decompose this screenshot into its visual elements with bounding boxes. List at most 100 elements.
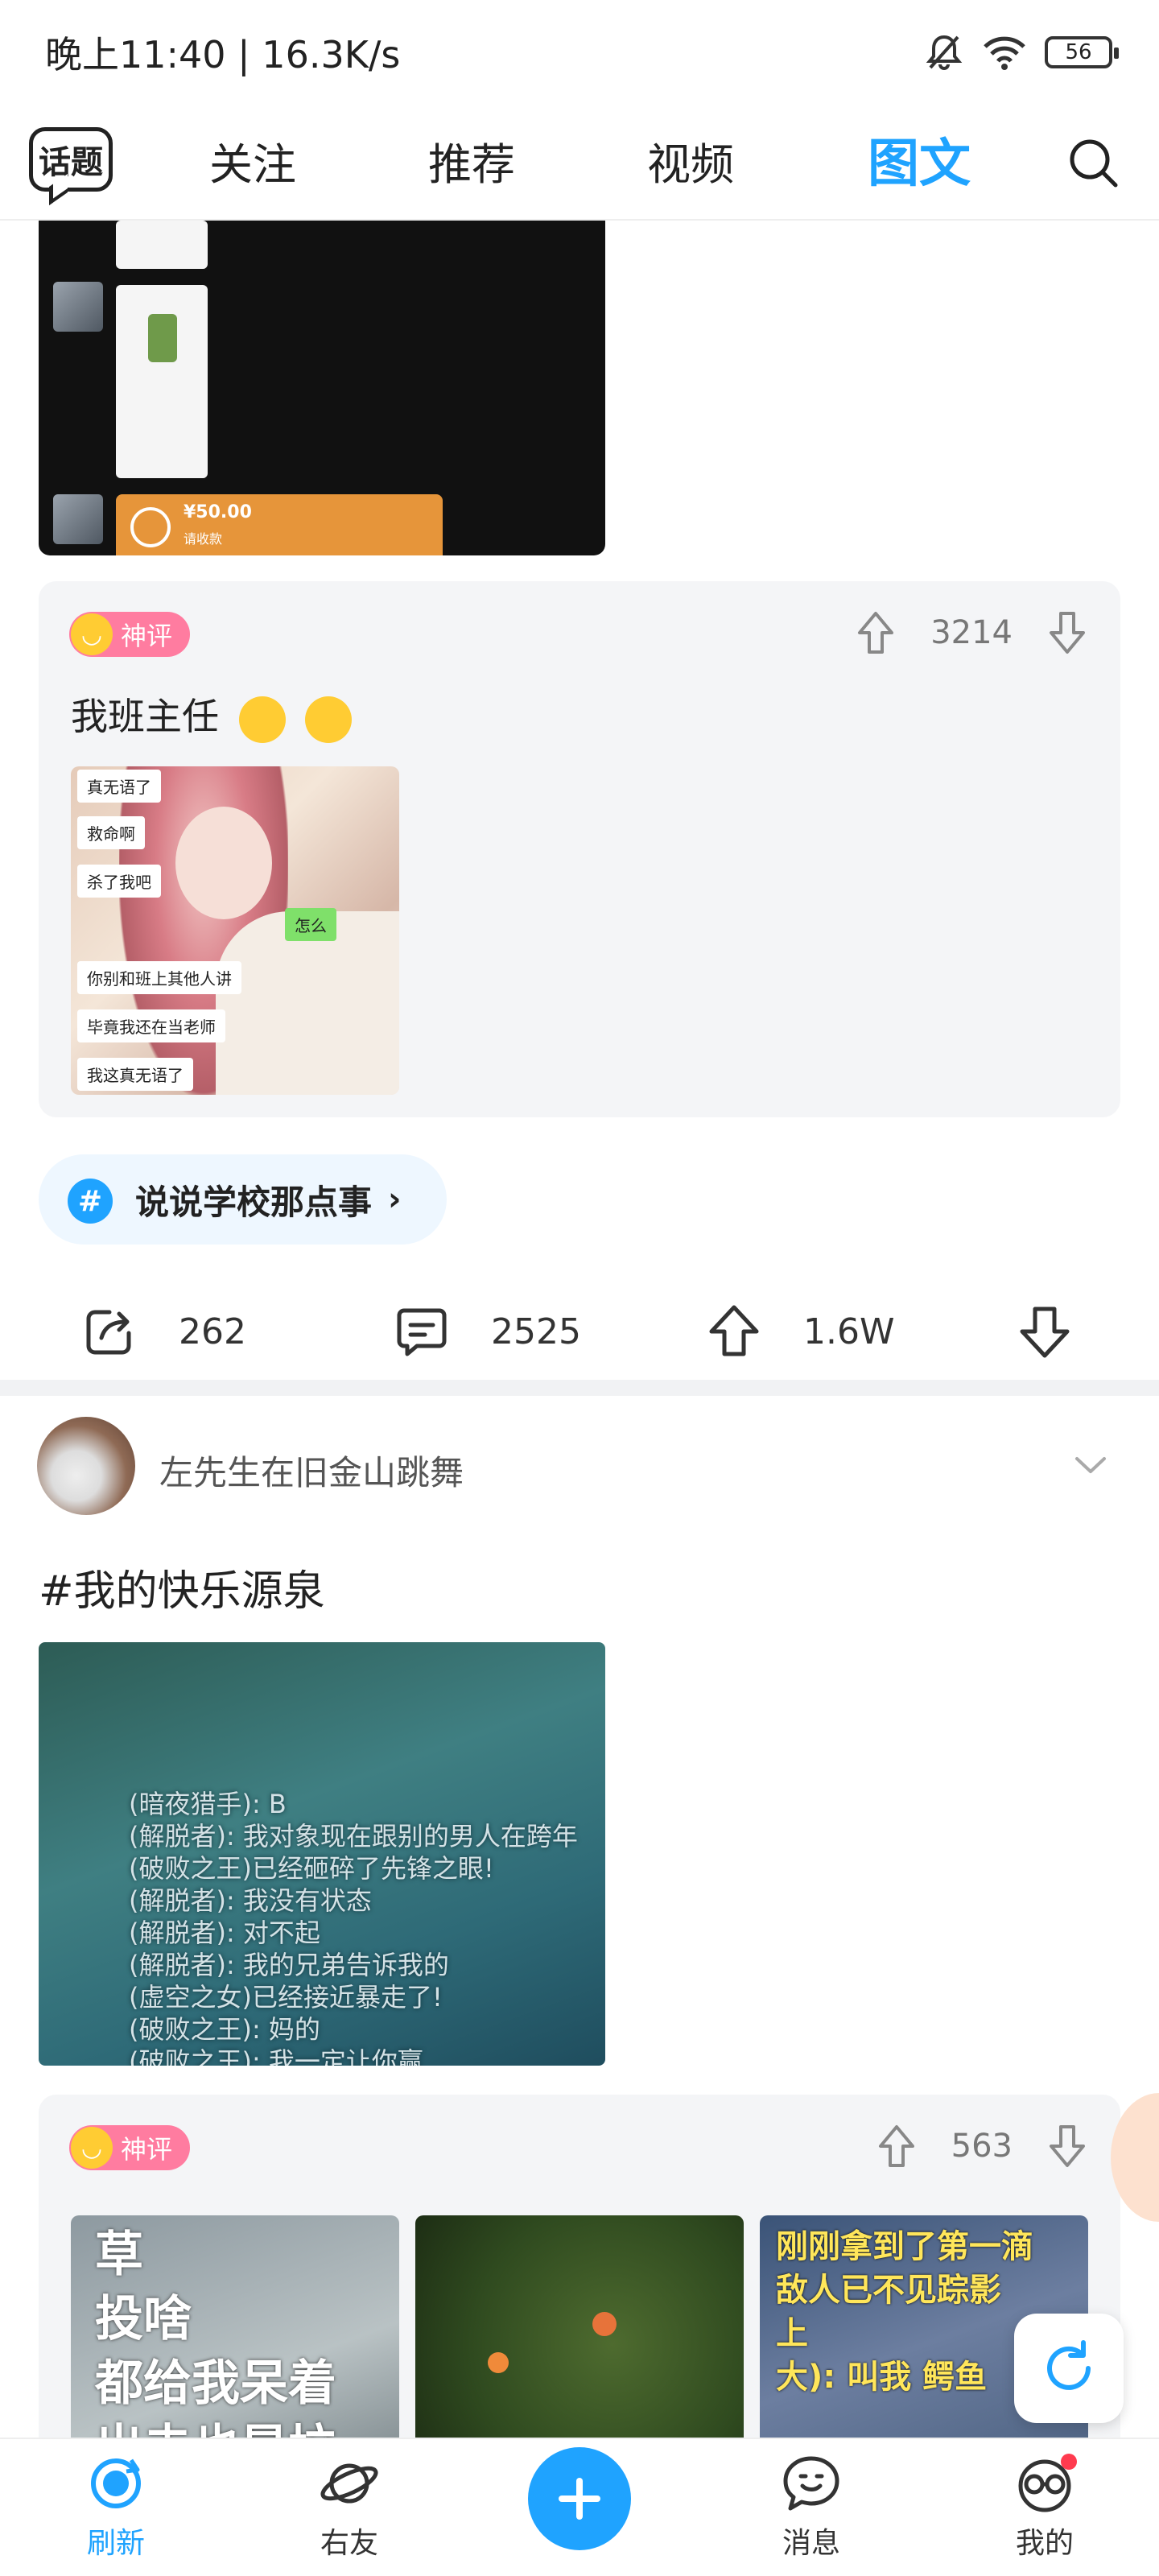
image-detail bbox=[488, 2352, 509, 2373]
status-icons: 56 bbox=[924, 32, 1119, 72]
upvote-icon[interactable] bbox=[853, 609, 898, 657]
comment-text: 我班主任 bbox=[71, 687, 353, 743]
chat-bubble: 杀了我吧 bbox=[77, 865, 161, 898]
tab-label: 消息 bbox=[782, 2527, 840, 2560]
upvote-icon bbox=[709, 1305, 759, 1356]
comment-image[interactable] bbox=[415, 2215, 744, 2438]
wifi-icon bbox=[984, 36, 1025, 70]
comment-body: 我班主任 bbox=[71, 695, 219, 738]
image-text-line: 敌人已不见踪影 bbox=[776, 2272, 1001, 2309]
tab-image-text[interactable]: 图文 bbox=[868, 122, 971, 196]
bottom-tab-bar: 刷新 右友 消息 我的 bbox=[0, 2438, 1159, 2576]
username[interactable]: 左先生在旧金山跳舞 bbox=[159, 1446, 464, 1495]
post-actions: 262 2525 1.6W bbox=[0, 1280, 1159, 1370]
share-icon bbox=[86, 1310, 131, 1355]
god-comment-badge: ◡ 神评 bbox=[69, 612, 191, 657]
tab-label: 我的 bbox=[1015, 2527, 1074, 2560]
message-face-icon bbox=[783, 2456, 839, 2511]
post-image[interactable]: (暗夜猎手): B (解脱者): 我对象现在跟别的男人在跨年 (破败之王)已经砸… bbox=[39, 1642, 605, 2066]
planet-icon bbox=[320, 2463, 378, 2504]
image-text-line: 都给我呆着 bbox=[95, 2355, 336, 2412]
post-image[interactable]: ¥50.00 请收款 bbox=[39, 221, 605, 555]
image-text-line: 大): 叫我 鳄鱼 bbox=[776, 2359, 988, 2396]
chat-avatar bbox=[53, 494, 103, 544]
top-nav: 话题 关注 推荐 视频 图文 bbox=[0, 105, 1159, 221]
god-comment[interactable]: ◡ 神评 3214 我班主任 真无语了 救命啊 杀了我吧 怎么 你别和班上其他人… bbox=[39, 581, 1120, 1117]
god-comment[interactable]: ◡ 神评 563 草 投啥 都给我呆着 出去也是垃 刚刚拿到了第一滴 敌人已不见… bbox=[39, 2095, 1120, 2438]
chevron-right-icon: › bbox=[388, 1181, 402, 1218]
chevron-down-icon[interactable] bbox=[1070, 1449, 1111, 1481]
comment-image[interactable]: 草 投啥 都给我呆着 出去也是垃 bbox=[71, 2215, 399, 2438]
search-icon[interactable] bbox=[1066, 135, 1122, 192]
share-button[interactable]: 262 bbox=[80, 1302, 246, 1360]
share-count: 262 bbox=[179, 1311, 246, 1352]
tab-me[interactable]: 我的 bbox=[988, 2452, 1101, 2562]
float-refresh-button[interactable] bbox=[1014, 2314, 1124, 2423]
god-comment-badge: ◡ 神评 bbox=[69, 2125, 191, 2170]
comment-vote: 563 bbox=[874, 2122, 1090, 2170]
chat-avatar bbox=[53, 282, 103, 332]
comment-count: 2525 bbox=[491, 1311, 581, 1352]
feed[interactable]: ¥50.00 请收款 ◡ 神评 3214 我班主任 真无语了 救命啊 杀了我吧 … bbox=[0, 221, 1159, 2438]
post-divider bbox=[0, 1380, 1159, 1396]
downvote-icon bbox=[1020, 1307, 1070, 1358]
chat-bubble: 救命啊 bbox=[77, 816, 145, 849]
comment-vote: 3214 bbox=[853, 609, 1090, 657]
comment-image[interactable]: 真无语了 救命啊 杀了我吧 怎么 你别和班上其他人讲 毕竟我还在当老师 我这真无… bbox=[71, 766, 399, 1095]
image-text-line: 草 bbox=[95, 2227, 143, 2283]
chat-bubble: 你别和班上其他人讲 bbox=[77, 961, 241, 994]
plus-icon bbox=[559, 2478, 600, 2520]
tab-messages[interactable]: 消息 bbox=[755, 2452, 868, 2562]
upvote-icon[interactable] bbox=[874, 2122, 919, 2170]
downvote-icon[interactable] bbox=[1045, 2122, 1090, 2170]
hashtag-icon: # bbox=[68, 1179, 113, 1224]
smile-emoji-icon: ◡ bbox=[71, 613, 113, 655]
comment-button[interactable]: 2525 bbox=[393, 1302, 581, 1360]
tab-friends[interactable]: 右友 bbox=[293, 2452, 406, 2562]
publish-button[interactable] bbox=[528, 2447, 631, 2550]
badge-label: 神评 bbox=[121, 621, 173, 651]
topic-label: 说说学校那点事 bbox=[135, 1182, 373, 1222]
battery-level: 56 bbox=[1065, 40, 1092, 64]
chat-bubble: 真无语了 bbox=[77, 770, 161, 803]
comment-icon bbox=[397, 1308, 447, 1356]
avatar[interactable] bbox=[37, 1417, 135, 1515]
chat-bubble: 怎么 bbox=[285, 908, 336, 941]
topic-button[interactable]: 话题 bbox=[29, 127, 113, 192]
image-detail bbox=[592, 2312, 617, 2336]
comment-upvote-count: 3214 bbox=[930, 614, 1013, 651]
image-text-line: 投啥 bbox=[95, 2291, 192, 2347]
tab-follow[interactable]: 关注 bbox=[209, 129, 296, 192]
chat-card bbox=[116, 285, 208, 478]
tab-label: 刷新 bbox=[86, 2527, 145, 2560]
smile-emoji-icon: ◡ bbox=[71, 2127, 113, 2169]
tab-refresh[interactable]: 刷新 bbox=[60, 2452, 172, 2562]
upvote-count: 1.6W bbox=[803, 1311, 895, 1352]
topic-chip[interactable]: # 说说学校那点事 › bbox=[39, 1154, 447, 1245]
post-title[interactable]: #我的快乐源泉 bbox=[39, 1557, 325, 1617]
payment-amount: ¥50.00 bbox=[184, 502, 252, 522]
chat-bubble: 我这真无语了 bbox=[77, 1058, 193, 1091]
image-text-line: 刚刚拿到了第一滴 bbox=[776, 2228, 1033, 2265]
tab-video[interactable]: 视频 bbox=[647, 129, 734, 192]
payment-sub: 请收款 bbox=[184, 531, 223, 547]
post-header: 左先生在旧金山跳舞 bbox=[0, 1417, 1159, 1517]
status-bar: 晚上11:40 | 16.3K/s 56 bbox=[0, 0, 1159, 105]
downvote-icon[interactable] bbox=[1045, 609, 1090, 657]
badge-label: 神评 bbox=[121, 2134, 173, 2165]
comment-upvote-count: 563 bbox=[951, 2128, 1013, 2165]
tab-label: 右友 bbox=[320, 2527, 378, 2560]
image-text-line: (破败之王): 我一定让你赢 bbox=[129, 2046, 423, 2066]
upvote-button[interactable]: 1.6W bbox=[705, 1302, 894, 1360]
status-time: 晚上11:40 | 16.3K/s bbox=[45, 33, 401, 76]
tab-recommend[interactable]: 推荐 bbox=[428, 129, 515, 192]
mute-bell-icon bbox=[926, 35, 963, 70]
refresh-home-icon bbox=[91, 2458, 141, 2508]
thinking-emoji-icon bbox=[238, 696, 286, 743]
transfer-icon bbox=[130, 507, 171, 547]
chat-card bbox=[116, 221, 208, 269]
payment-card: ¥50.00 请收款 bbox=[116, 494, 443, 555]
image-text-line: 出去也是垃 bbox=[95, 2409, 336, 2438]
downvote-button[interactable] bbox=[1016, 1302, 1074, 1360]
battery-indicator: 56 bbox=[1045, 36, 1119, 68]
